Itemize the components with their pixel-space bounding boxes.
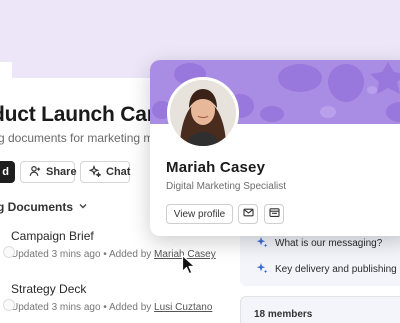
- document-meta: Updated 3 mins ago • Added by Lusi Cuzta…: [11, 302, 212, 313]
- share-button[interactable]: Share: [20, 161, 77, 183]
- suggestion-item[interactable]: What is our messaging?: [256, 236, 382, 251]
- send-email-button[interactable]: [238, 204, 258, 224]
- envelope-icon: [242, 207, 254, 221]
- chat-button[interactable]: Chat: [80, 161, 130, 183]
- primary-button[interactable]: d: [0, 161, 15, 183]
- document-meta-text: Updated 3 mins ago • Added by: [11, 302, 155, 313]
- chevron-down-icon: [78, 200, 88, 214]
- sparkle-icon: [88, 164, 102, 180]
- primary-button-label: d: [2, 166, 9, 178]
- sparkle-icon: [256, 262, 268, 277]
- document-avatar: [3, 246, 15, 258]
- suggestion-label: Key delivery and publishing da: [275, 264, 400, 275]
- section-title: g Documents: [0, 200, 74, 214]
- view-profile-button[interactable]: View profile: [166, 204, 233, 224]
- document-meta-text: Updated 3 mins ago • Added by: [11, 249, 155, 260]
- document-title[interactable]: Strategy Deck: [11, 282, 212, 296]
- header-notch: [0, 62, 12, 78]
- view-profile-label: View profile: [173, 208, 226, 220]
- suggestion-label: What is our messaging?: [275, 238, 383, 249]
- avatar[interactable]: [167, 77, 239, 149]
- page-subtitle: g documents for marketing me: [0, 131, 161, 145]
- chat-button-label: Chat: [106, 166, 131, 178]
- app-window: duct Launch Can g documents for marketin…: [0, 0, 400, 323]
- avatar-portrait: [170, 80, 236, 146]
- person-add-icon: [29, 165, 41, 180]
- profile-hover-card: Mariah Casey Digital Marketing Specialis…: [150, 60, 400, 236]
- mouse-pointer-icon: [181, 254, 196, 275]
- calendar-icon: [268, 207, 280, 221]
- page-title: duct Launch Can: [0, 103, 160, 126]
- documents-section-header[interactable]: g Documents: [0, 200, 88, 214]
- document-avatar: [3, 299, 15, 311]
- share-button-label: Share: [46, 166, 77, 178]
- document-author-link[interactable]: Lusi Cuztano: [154, 302, 212, 313]
- profile-name: Mariah Casey: [166, 159, 266, 176]
- document-list-item[interactable]: Strategy Deck Updated 3 mins ago • Added…: [3, 282, 212, 313]
- profile-role: Digital Marketing Specialist: [166, 181, 287, 192]
- sparkle-icon: [256, 236, 268, 251]
- members-count: 18 members: [254, 309, 313, 320]
- suggestion-item[interactable]: Key delivery and publishing da: [256, 262, 400, 277]
- schedule-meeting-button[interactable]: [264, 204, 284, 224]
